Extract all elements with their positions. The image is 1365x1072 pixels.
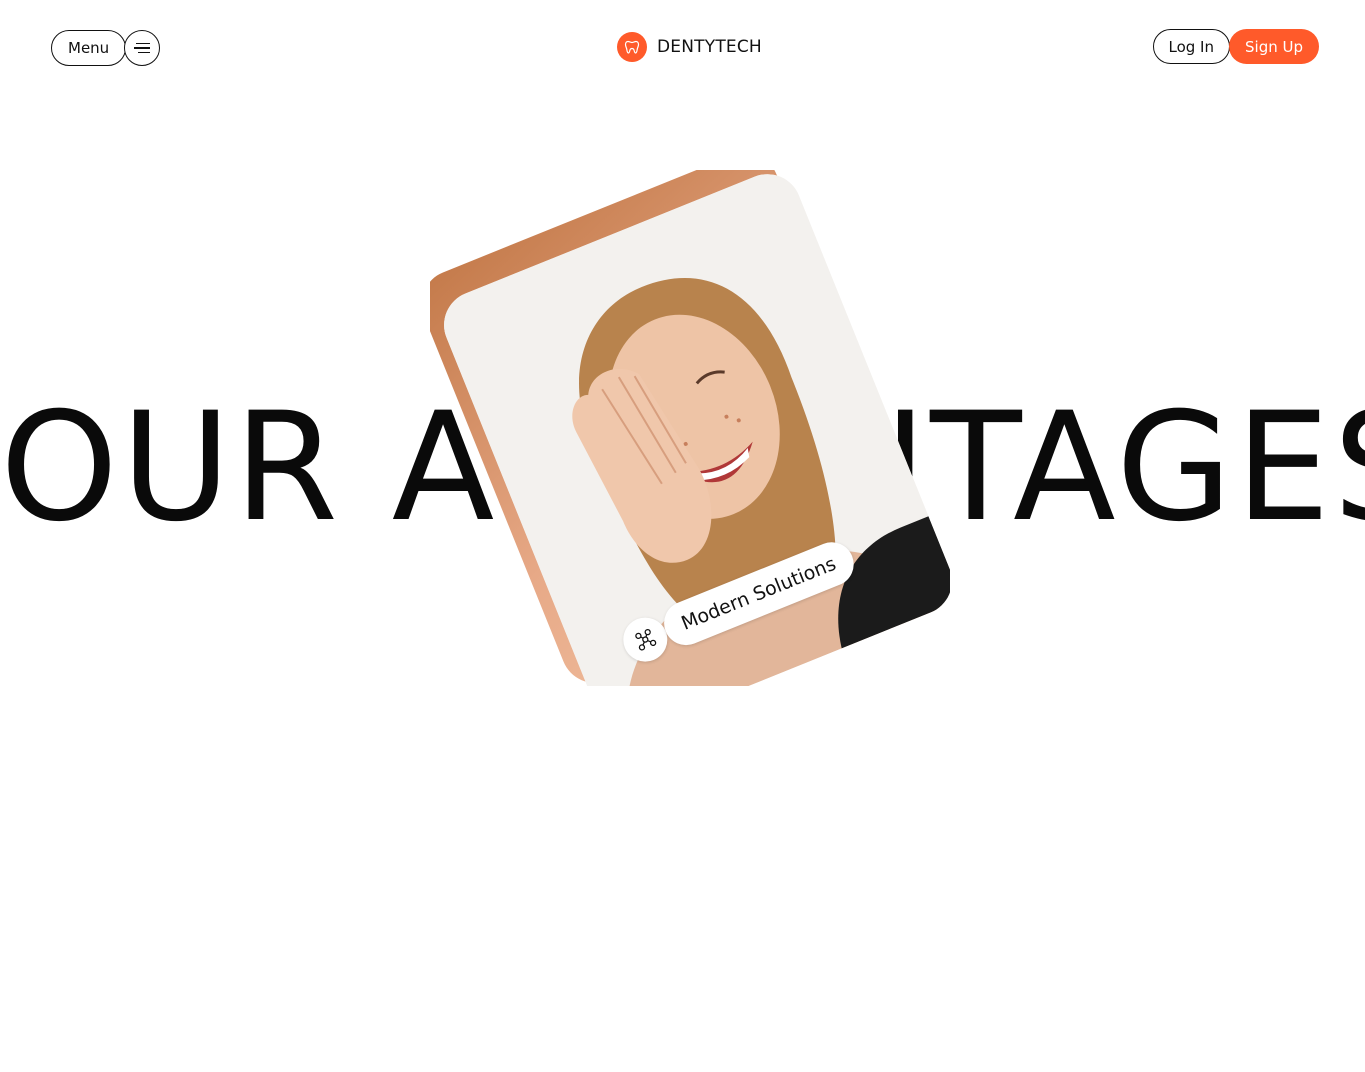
auth-group: Log In Sign Up <box>1152 29 1319 64</box>
login-button[interactable]: Log In <box>1152 29 1230 64</box>
menu-button[interactable]: Menu <box>51 30 127 66</box>
signup-label: Sign Up <box>1245 37 1303 56</box>
hamburger-icon <box>134 41 151 55</box>
login-label: Log In <box>1168 37 1215 56</box>
hero-card-stack: Modern Solutions <box>430 170 950 686</box>
signup-button[interactable]: Sign Up <box>1229 29 1319 64</box>
menu-group: Menu <box>51 30 161 66</box>
page: Menu DENTYTECH Log In Sign Up OUR ADVANT… <box>0 0 1365 1072</box>
tooth-icon <box>617 32 647 62</box>
brand-name: DENTYTECH <box>657 37 762 57</box>
brand-logo-link[interactable]: DENTYTECH <box>617 32 762 62</box>
menu-label: Menu <box>68 39 110 57</box>
hamburger-button[interactable] <box>124 30 161 66</box>
